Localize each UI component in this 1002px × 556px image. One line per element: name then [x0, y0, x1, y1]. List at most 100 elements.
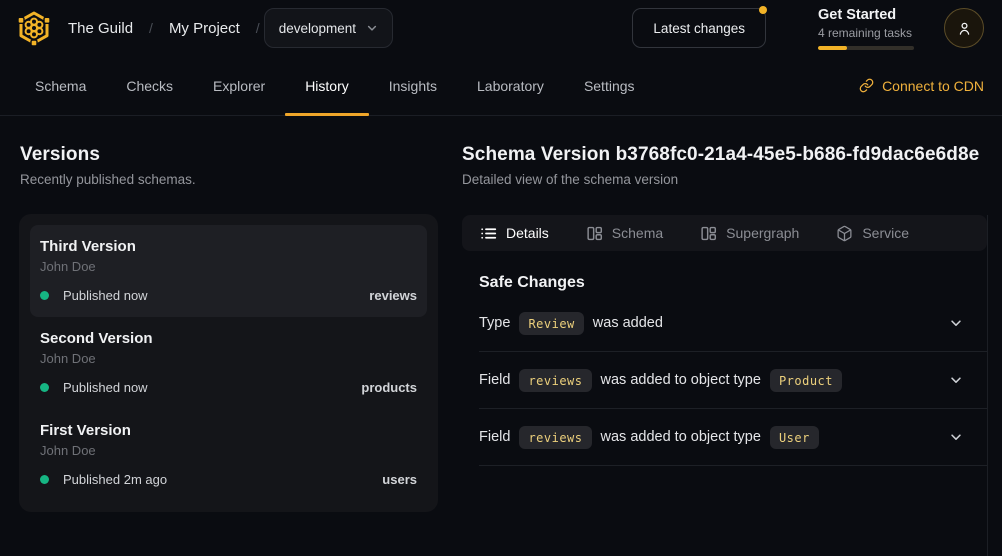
panels-icon: [586, 225, 603, 242]
schema-version-subtitle: Detailed view of the schema version: [462, 172, 988, 187]
code-badge: Review: [519, 312, 583, 335]
get-started-title: Get Started: [818, 6, 914, 24]
version-meta-row: Published now reviews: [40, 288, 417, 303]
version-status: Published 2m ago: [63, 472, 167, 487]
breadcrumb-separator: /: [149, 20, 153, 36]
panels-icon: [700, 225, 717, 242]
version-list-item[interactable]: Second Version John Doe Published now pr…: [30, 317, 427, 409]
detail-tab-label: Supergraph: [726, 225, 799, 241]
detail-tab-icon: [480, 225, 497, 242]
nav-tab[interactable]: Explorer: [193, 56, 285, 115]
nav-tab[interactable]: Insights: [369, 56, 457, 115]
nav-tab[interactable]: Schema: [15, 56, 106, 115]
schema-version-detail-panel: Schema Version b3768fc0-21a4-45e5-b686-f…: [462, 144, 988, 556]
version-name: Second Version: [40, 330, 417, 347]
change-description: Fieldreviewswas added to object typeProd…: [479, 369, 842, 392]
target-selector-value: development: [279, 21, 356, 36]
versions-title: Versions: [20, 144, 438, 166]
list-icon: [480, 225, 497, 242]
nav-tab[interactable]: History: [285, 56, 369, 115]
change-text: Field: [479, 372, 510, 388]
chevron-down-icon[interactable]: [949, 373, 963, 387]
top-bar: The Guild / My Project / development Lat…: [0, 0, 1002, 56]
change-row[interactable]: Fieldreviewswas added to object typeUser: [479, 409, 987, 466]
detail-tab[interactable]: Schema: [586, 225, 663, 242]
detail-tab-icon: [700, 225, 717, 242]
cube-icon: [836, 225, 853, 242]
version-service-name: users: [382, 472, 417, 487]
hive-logo[interactable]: [16, 9, 52, 47]
detail-tab-label: Service: [862, 225, 909, 241]
chevron-down-icon[interactable]: [949, 430, 963, 444]
code-badge: reviews: [519, 426, 591, 449]
safe-changes-heading: Safe Changes: [479, 274, 987, 292]
versions-subtitle: Recently published schemas.: [20, 172, 438, 187]
version-status: Published now: [63, 380, 148, 395]
version-list-item[interactable]: Third Version John Doe Published now rev…: [30, 225, 427, 317]
version-name: Third Version: [40, 238, 417, 255]
chevron-down-icon[interactable]: [949, 316, 963, 330]
nav-tab-label: Explorer: [213, 78, 265, 94]
schema-version-title: Schema Version b3768fc0-21a4-45e5-b686-f…: [462, 144, 988, 166]
published-status-dot: [40, 475, 49, 484]
breadcrumb-project[interactable]: My Project: [169, 20, 240, 37]
nav-tab-label: Checks: [126, 78, 173, 94]
target-selector-dropdown[interactable]: development: [264, 8, 393, 48]
version-author: John Doe: [40, 351, 417, 366]
user-icon: [956, 20, 973, 37]
get-started-subtitle: 4 remaining tasks: [818, 26, 914, 40]
connect-to-cdn-button[interactable]: Connect to CDN: [859, 78, 984, 94]
version-meta-row: Published 2m ago users: [40, 472, 417, 487]
notification-dot: [759, 6, 767, 14]
change-text: was added to object type: [601, 429, 761, 445]
version-list-item[interactable]: First Version John Doe Published 2m ago …: [30, 409, 427, 501]
get-started-progressbar: [818, 46, 914, 50]
get-started-progress-fill: [818, 46, 847, 50]
version-status: Published now: [63, 288, 148, 303]
code-badge: reviews: [519, 369, 591, 392]
project-nav: Schema Checks Explorer History Insights …: [0, 56, 1002, 116]
changes-list: TypeReviewwas added Fieldreviewswas adde…: [462, 295, 987, 466]
user-avatar-button[interactable]: [944, 8, 984, 48]
published-status-dot: [40, 383, 49, 392]
change-row[interactable]: Fieldreviewswas added to object typeProd…: [479, 352, 987, 409]
code-badge: Product: [770, 369, 842, 392]
nav-tab-label: Schema: [35, 78, 86, 94]
detail-tab[interactable]: Details: [480, 225, 549, 242]
detail-tab-label: Schema: [612, 225, 663, 241]
breadcrumb-org[interactable]: The Guild: [68, 20, 133, 37]
version-service-name: reviews: [369, 288, 417, 303]
nav-tab-label: Settings: [584, 78, 635, 94]
change-text: Field: [479, 429, 510, 445]
version-service-name: products: [361, 380, 417, 395]
nav-tab-label: Insights: [389, 78, 437, 94]
change-text: was added: [593, 315, 663, 331]
detail-tab-label: Details: [506, 225, 549, 241]
version-meta-row: Published now products: [40, 380, 417, 395]
nav-tab-label: History: [305, 78, 349, 94]
latest-changes-label: Latest changes: [653, 21, 745, 36]
nav-tab-label: Laboratory: [477, 78, 544, 94]
main-content: Versions Recently published schemas. Thi…: [0, 116, 1002, 556]
detail-tab[interactable]: Supergraph: [700, 225, 799, 242]
detail-tab-icon: [836, 225, 853, 242]
change-description: TypeReviewwas added: [479, 312, 663, 335]
change-description: Fieldreviewswas added to object typeUser: [479, 426, 819, 449]
version-name: First Version: [40, 422, 417, 439]
breadcrumb: The Guild / My Project /: [68, 20, 260, 37]
get-started-widget[interactable]: Get Started 4 remaining tasks: [818, 6, 914, 49]
nav-tab[interactable]: Settings: [564, 56, 655, 115]
nav-tab-list: Schema Checks Explorer History Insights …: [15, 56, 655, 115]
versions-panel: Versions Recently published schemas. Thi…: [0, 144, 438, 556]
detail-tab[interactable]: Service: [836, 225, 909, 242]
detail-tab-bar: Details Schema Supergraph Service: [462, 215, 987, 251]
nav-tab[interactable]: Checks: [106, 56, 193, 115]
link-icon: [859, 78, 874, 93]
latest-changes-button[interactable]: Latest changes: [632, 8, 766, 48]
version-author: John Doe: [40, 443, 417, 458]
nav-tab[interactable]: Laboratory: [457, 56, 564, 115]
change-row[interactable]: TypeReviewwas added: [479, 295, 987, 352]
connect-to-cdn-label: Connect to CDN: [882, 78, 984, 94]
version-author: John Doe: [40, 259, 417, 274]
versions-list: Third Version John Doe Published now rev…: [19, 214, 438, 512]
